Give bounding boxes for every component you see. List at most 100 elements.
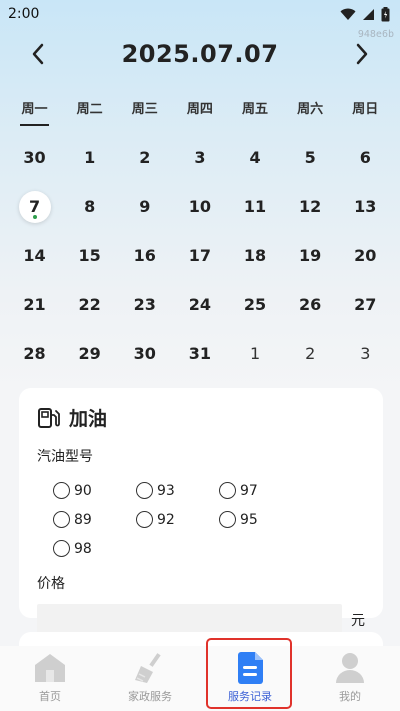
calendar-day[interactable]: 3 (172, 133, 227, 182)
day-number: 6 (359, 148, 371, 167)
fuel-option-90[interactable]: 90 (53, 476, 136, 505)
weekday-wed[interactable]: 周三 (117, 98, 172, 126)
calendar-day-next-month[interactable]: 2 (283, 329, 338, 378)
calendar-day[interactable]: 15 (62, 231, 117, 280)
calendar-day[interactable]: 18 (228, 231, 283, 280)
weekday-sun[interactable]: 周日 (338, 98, 393, 126)
day-number: 23 (133, 295, 156, 314)
radio-circle[interactable] (53, 511, 70, 528)
tab-service-records[interactable]: 服务记录 (200, 646, 300, 711)
calendar-day[interactable]: 14 (7, 231, 62, 280)
weekday-tue[interactable]: 周二 (62, 98, 117, 126)
weekday-header: 周一 周二 周三 周四 周五 周六 周日 (7, 98, 393, 126)
calendar-day[interactable]: 31 (172, 329, 227, 378)
calendar-day[interactable]: 10 (172, 182, 227, 231)
radio-circle[interactable] (219, 511, 236, 528)
status-icons (340, 6, 390, 22)
fuel-option-89[interactable]: 89 (53, 505, 136, 534)
calendar-day-next-month[interactable]: 1 (228, 329, 283, 378)
calendar-day[interactable]: 4 (228, 133, 283, 182)
weekday-thu[interactable]: 周四 (172, 98, 227, 126)
tab-label: 服务记录 (228, 690, 272, 703)
calendar-day[interactable]: 19 (283, 231, 338, 280)
fuel-option-95[interactable]: 95 (219, 505, 302, 534)
radio-circle[interactable] (136, 511, 153, 528)
calendar-day[interactable]: 25 (228, 280, 283, 329)
calendar-grid: 30 1 2 3 4 5 6 7 8 9 10 11 12 13 14 15 1… (7, 133, 393, 378)
day-number: 19 (299, 246, 322, 265)
day-number: 3 (360, 344, 371, 363)
calendar-day[interactable]: 2 (117, 133, 172, 182)
calendar-day[interactable]: 11 (228, 182, 283, 231)
fuel-option-label: 93 (157, 482, 175, 499)
fuel-option-93[interactable]: 93 (136, 476, 219, 505)
calendar-day[interactable]: 6 (338, 133, 393, 182)
status-bar: 2:00 (0, 0, 400, 28)
document-icon (238, 652, 263, 684)
day-number: 17 (188, 246, 212, 265)
weekday-mon[interactable]: 周一 (7, 98, 62, 126)
calendar-day[interactable]: 16 (117, 231, 172, 280)
calendar-day[interactable]: 30 (7, 133, 62, 182)
day-number: 25 (243, 295, 267, 314)
calendar-day[interactable]: 8 (62, 182, 117, 231)
calendar-week-row: 30 1 2 3 4 5 6 (7, 133, 393, 182)
weekday-sat[interactable]: 周六 (283, 98, 338, 126)
tab-home[interactable]: 首页 (0, 646, 100, 711)
tab-label: 首页 (39, 690, 61, 703)
calendar-day[interactable]: 12 (283, 182, 338, 231)
day-number: 20 (354, 246, 377, 265)
fuel-option-label: 98 (74, 540, 92, 557)
day-number: 26 (299, 295, 322, 314)
tab-housekeeping[interactable]: 家政服务 (100, 646, 200, 711)
radio-circle[interactable] (136, 482, 153, 499)
calendar-day[interactable]: 1 (62, 133, 117, 182)
fuel-option-98[interactable]: 98 (53, 534, 136, 563)
day-number: 30 (23, 148, 46, 167)
fuel-option-label: 90 (74, 482, 92, 499)
calendar-day[interactable]: 9 (117, 182, 172, 231)
fuel-option-label: 89 (74, 511, 92, 528)
calendar-day[interactable]: 17 (172, 231, 227, 280)
calendar-day[interactable]: 20 (338, 231, 393, 280)
next-month-button[interactable] (350, 42, 374, 66)
calendar-day[interactable]: 23 (117, 280, 172, 329)
price-unit: 元 (351, 613, 365, 629)
day-number: 1 (84, 148, 96, 167)
day-number: 3 (194, 148, 206, 167)
calendar-day[interactable]: 22 (62, 280, 117, 329)
day-number: 1 (249, 344, 261, 363)
calendar-day-selected[interactable]: 7 (7, 182, 62, 231)
calendar-day[interactable]: 5 (283, 133, 338, 182)
calendar-day[interactable]: 26 (283, 280, 338, 329)
calendar-day[interactable]: 30 (117, 329, 172, 378)
radio-circle[interactable] (53, 482, 70, 499)
fuel-option-92[interactable]: 92 (136, 505, 219, 534)
day-number: 15 (78, 246, 101, 265)
tab-profile[interactable]: 我的 (300, 646, 400, 711)
wifi-icon (340, 8, 356, 20)
weekday-fri[interactable]: 周五 (228, 98, 283, 126)
calendar-day[interactable]: 21 (7, 280, 62, 329)
calendar-week-row: 21 22 23 24 25 26 27 (7, 280, 393, 329)
bottom-tab-bar: 首页 家政服务 服务记录 我的 (0, 646, 400, 711)
calendar-day-next-month[interactable]: 3 (338, 329, 393, 378)
calendar-day[interactable]: 24 (172, 280, 227, 329)
calendar-week-row: 7 8 9 10 11 12 13 (7, 182, 393, 231)
calendar-day[interactable]: 28 (7, 329, 62, 378)
user-icon (336, 653, 364, 683)
tab-label: 我的 (339, 690, 361, 703)
battery-icon (381, 6, 390, 21)
day-number: 21 (23, 295, 46, 314)
day-number: 29 (78, 344, 101, 363)
calendar-day[interactable]: 13 (338, 182, 393, 231)
day-number: 2 (305, 344, 316, 363)
fuel-type-label: 汽油型号 (37, 449, 93, 465)
calendar-day[interactable]: 29 (62, 329, 117, 378)
fuel-option-97[interactable]: 97 (219, 476, 302, 505)
fuel-option-label: 95 (240, 511, 258, 528)
prev-month-button[interactable] (26, 42, 50, 66)
calendar-day[interactable]: 27 (338, 280, 393, 329)
radio-circle[interactable] (53, 540, 70, 557)
radio-circle[interactable] (219, 482, 236, 499)
